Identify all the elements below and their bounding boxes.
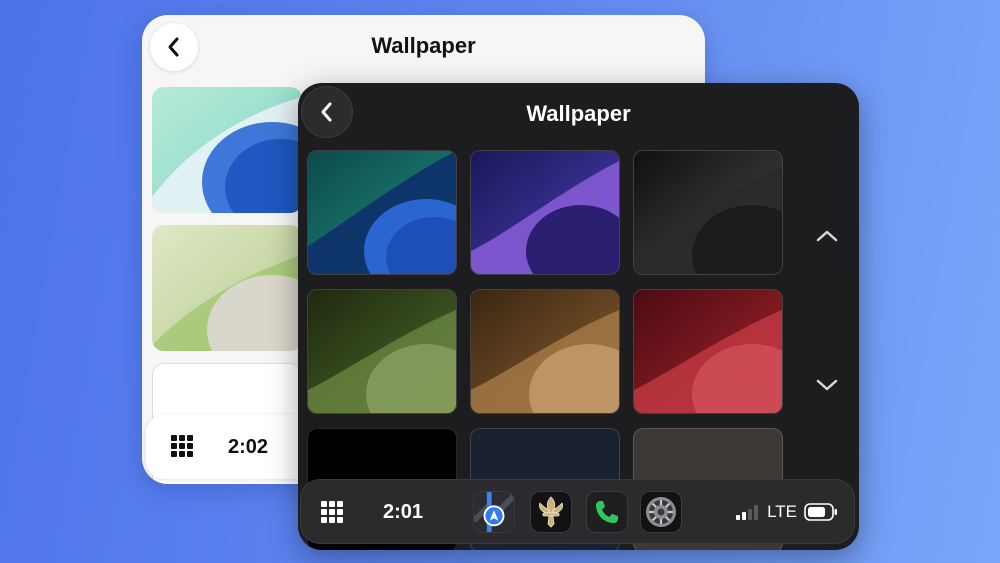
status-bar: LTE — [736, 500, 838, 524]
network-type: LTE — [767, 502, 797, 521]
clock: 2:01 — [383, 501, 424, 523]
chevron-up-icon — [816, 230, 838, 242]
wallpaper-tile-graphite[interactable] — [633, 150, 783, 275]
battery-icon — [804, 503, 837, 521]
maps-app-button[interactable] — [473, 491, 515, 533]
settings-app-button[interactable] — [640, 491, 682, 533]
maps-icon — [474, 492, 514, 532]
wallpaper-tile-mint[interactable] — [152, 87, 302, 213]
dark-dock: 2:01 LTE — [300, 479, 855, 544]
saints-app-button[interactable] — [530, 491, 572, 533]
wallpaper-tile-olive[interactable] — [307, 289, 457, 414]
page-title: Wallpaper — [526, 101, 631, 126]
chevron-down-icon — [816, 379, 838, 391]
app-grid-icon[interactable] — [321, 501, 343, 523]
app-grid-icon[interactable] — [171, 435, 193, 457]
page-title: Wallpaper — [371, 33, 476, 58]
wallpaper-tile-teal[interactable] — [307, 150, 457, 275]
phone-app-button[interactable] — [586, 491, 628, 533]
wallpaper-tile-purple[interactable] — [470, 150, 620, 275]
scroll-up-button[interactable] — [807, 216, 847, 256]
cellular-signal-icon — [736, 505, 759, 520]
wallpaper-tile-bronze[interactable] — [470, 289, 620, 414]
dark-wallpaper-screen: Wallpaper 2:01 LTE — [298, 83, 859, 550]
clock: 2:02 — [228, 436, 269, 458]
wallpaper-tile-crimson[interactable] — [633, 289, 783, 414]
wallpaper-tile-sage[interactable] — [152, 225, 302, 351]
fleur-de-lis-icon — [539, 496, 563, 528]
scroll-down-button[interactable] — [807, 365, 847, 405]
settings-gear-icon — [646, 497, 676, 527]
phone-icon — [596, 501, 618, 523]
